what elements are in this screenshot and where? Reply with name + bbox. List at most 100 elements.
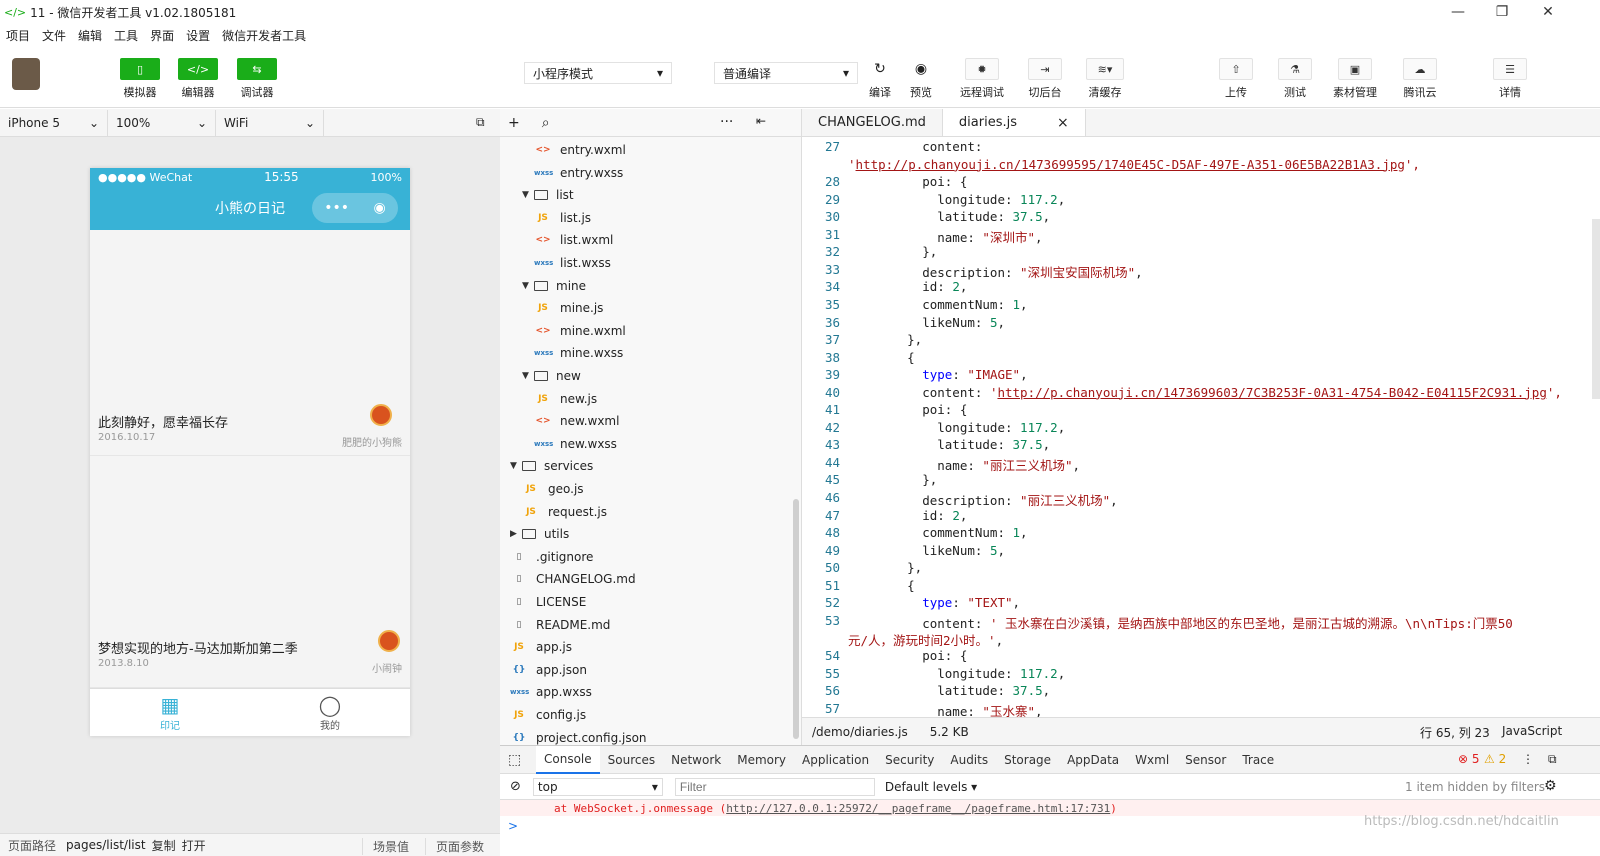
device-model-select[interactable]: iPhone 5 ⌄ (0, 109, 108, 136)
tab-diary[interactable]: ▦ 印记 (90, 689, 250, 736)
file-item[interactable]: <> list.wxml (534, 229, 613, 251)
params-button[interactable]: 页面参数 (425, 838, 484, 855)
list-item[interactable]: 梦想实现的地方-马达加斯加第二季 2013.8.10 小闹钟 (90, 456, 410, 688)
compile-button[interactable]: ↻ 编译 (866, 58, 894, 100)
popout-icon[interactable]: ⧉ (476, 115, 485, 130)
simulator-button[interactable]: ▯ 模拟器 (120, 58, 160, 100)
scene-button[interactable]: 场景值 (362, 838, 409, 855)
file-item[interactable]: <> entry.wxml (534, 139, 625, 161)
code-url[interactable]: http://p.chanyouji.cn/1473699603/7C3B253… (997, 385, 1546, 400)
file-item[interactable]: JS config.js (510, 704, 586, 726)
file-item[interactable]: JS new.js (534, 388, 597, 410)
menu-tools[interactable]: 工具 (114, 27, 138, 44)
expand-icon[interactable]: ▼ (522, 371, 534, 381)
file-item[interactable]: ▯ README.md (510, 614, 611, 636)
file-item[interactable]: JS list.js (534, 207, 591, 229)
folder-item[interactable]: ▼ new (522, 365, 581, 387)
source-link[interactable]: http://127.0.0.1:25972/__pageframe__/pag… (726, 802, 1110, 815)
file-item[interactable]: {} project.config.json (510, 727, 647, 745)
tab-memory[interactable]: Memory (729, 746, 794, 774)
tab-wxml[interactable]: Wxml (1127, 746, 1177, 774)
tab-network[interactable]: Network (663, 746, 729, 774)
collapse-icon[interactable]: ⇤ (756, 114, 766, 128)
folder-item[interactable]: ▼ mine (522, 275, 586, 297)
remote-debug-button[interactable]: ✹ 远程调试 (960, 58, 1004, 100)
background-button[interactable]: ⇥ 切后台 (1028, 58, 1062, 100)
file-item[interactable]: wxss entry.wxss (534, 162, 623, 184)
context-select[interactable]: top ▾ (532, 777, 663, 796)
file-item[interactable]: wxss mine.wxss (534, 342, 623, 364)
open-link[interactable]: 打开 (182, 837, 206, 854)
file-item[interactable]: <> new.wxml (534, 410, 619, 432)
tab-console[interactable]: Console (536, 745, 600, 774)
file-item[interactable]: JS request.js (522, 501, 607, 523)
menu-interface[interactable]: 界面 (150, 27, 174, 44)
inspect-icon[interactable]: ⬚ (500, 746, 536, 774)
tab-security[interactable]: Security (877, 746, 942, 774)
folder-item[interactable]: ▶ utils (510, 523, 569, 545)
language-mode[interactable]: JavaScript (1502, 724, 1562, 738)
file-item[interactable]: JS mine.js (534, 297, 603, 319)
dock-icon[interactable]: ⧉ (1548, 752, 1557, 767)
tab-diaries[interactable]: diaries.js × (942, 109, 1086, 136)
folder-item[interactable]: ▼ list (522, 184, 574, 206)
file-item[interactable]: ▯ LICENSE (510, 591, 587, 613)
folder-item[interactable]: ▼ services (510, 455, 593, 477)
filter-input[interactable] (674, 777, 875, 796)
mode-select[interactable]: 小程序模式 ▾ (524, 62, 672, 84)
preview-button[interactable]: ◉ 预览 (905, 58, 937, 100)
file-item[interactable]: wxss list.wxss (534, 252, 611, 274)
tab-sources[interactable]: Sources (600, 746, 663, 774)
add-file-icon[interactable]: + (508, 115, 520, 131)
assets-button[interactable]: ▣ 素材管理 (1333, 58, 1377, 100)
list-item[interactable]: 此刻静好，愿幸福长存 2016.10.17 肥肥的小狗熊 (90, 230, 410, 456)
close-icon[interactable]: × (1057, 115, 1069, 131)
tab-appdata[interactable]: AppData (1059, 746, 1127, 774)
capsule-menu[interactable]: ••• ◉ (312, 193, 398, 223)
zoom-select[interactable]: 100% ⌄ (108, 109, 216, 136)
close-icon[interactable]: ◉ (374, 200, 386, 216)
tab-mine[interactable]: ◯ 我的 (250, 689, 410, 736)
editor-button[interactable]: </> 编辑器 (178, 58, 218, 100)
scrollbar[interactable] (793, 499, 799, 739)
network-select[interactable]: WiFi ⌄ (216, 109, 324, 136)
debugger-button[interactable]: ⇆ 调试器 (237, 58, 277, 100)
copy-link[interactable]: 复制 (152, 837, 176, 854)
menu-project[interactable]: 项目 (6, 27, 30, 44)
more-icon[interactable]: ··· (720, 114, 733, 130)
tab-trace[interactable]: Trace (1234, 746, 1282, 774)
file-item[interactable]: JS app.js (510, 636, 572, 658)
expand-icon[interactable]: ▼ (522, 281, 534, 291)
clear-cache-button[interactable]: ≋▾ 清缓存 (1086, 58, 1124, 100)
menu-wechat-devtools[interactable]: 微信开发者工具 (222, 27, 306, 44)
expand-icon[interactable]: ▼ (510, 461, 522, 471)
file-item[interactable]: wxss new.wxss (534, 433, 617, 455)
tab-storage[interactable]: Storage (996, 746, 1059, 774)
log-levels-select[interactable]: Default levels ▾ (885, 780, 977, 794)
collapse-icon[interactable]: ▶ (510, 529, 522, 539)
upload-button[interactable]: ⇧ 上传 (1219, 58, 1253, 100)
file-item[interactable]: wxss app.wxss (510, 681, 592, 703)
file-item[interactable]: ▯ .gitignore (510, 546, 594, 568)
code-area[interactable]: 27 content: 'http://p.chanyouji.cn/14736… (802, 137, 1600, 717)
clear-console-icon[interactable]: ⊘ (510, 779, 521, 794)
tab-sensor[interactable]: Sensor (1177, 746, 1234, 774)
more-vertical-icon[interactable]: ⋮ (1522, 752, 1534, 766)
file-item[interactable]: JS geo.js (522, 478, 583, 500)
tab-application[interactable]: Application (794, 746, 877, 774)
menu-settings[interactable]: 设置 (186, 27, 210, 44)
tab-audits[interactable]: Audits (942, 746, 996, 774)
file-item[interactable]: <> mine.wxml (534, 320, 625, 342)
gear-icon[interactable]: ⚙ (1544, 778, 1557, 794)
search-icon[interactable]: ⌕ (542, 115, 550, 131)
menu-file[interactable]: 文件 (42, 27, 66, 44)
file-item[interactable]: ▯ CHANGELOG.md (510, 568, 636, 590)
close-window-button[interactable]: ✕ (1526, 0, 1570, 24)
file-item[interactable]: {} app.json (510, 659, 587, 681)
more-icon[interactable]: ••• (324, 200, 349, 216)
details-button[interactable]: ☰ 详情 (1493, 58, 1527, 100)
maximize-button[interactable]: ❐ (1480, 0, 1524, 24)
expand-icon[interactable]: ▼ (522, 190, 534, 200)
minimize-button[interactable]: — (1436, 0, 1480, 24)
tencent-cloud-button[interactable]: ☁ 腾讯云 (1403, 58, 1437, 100)
